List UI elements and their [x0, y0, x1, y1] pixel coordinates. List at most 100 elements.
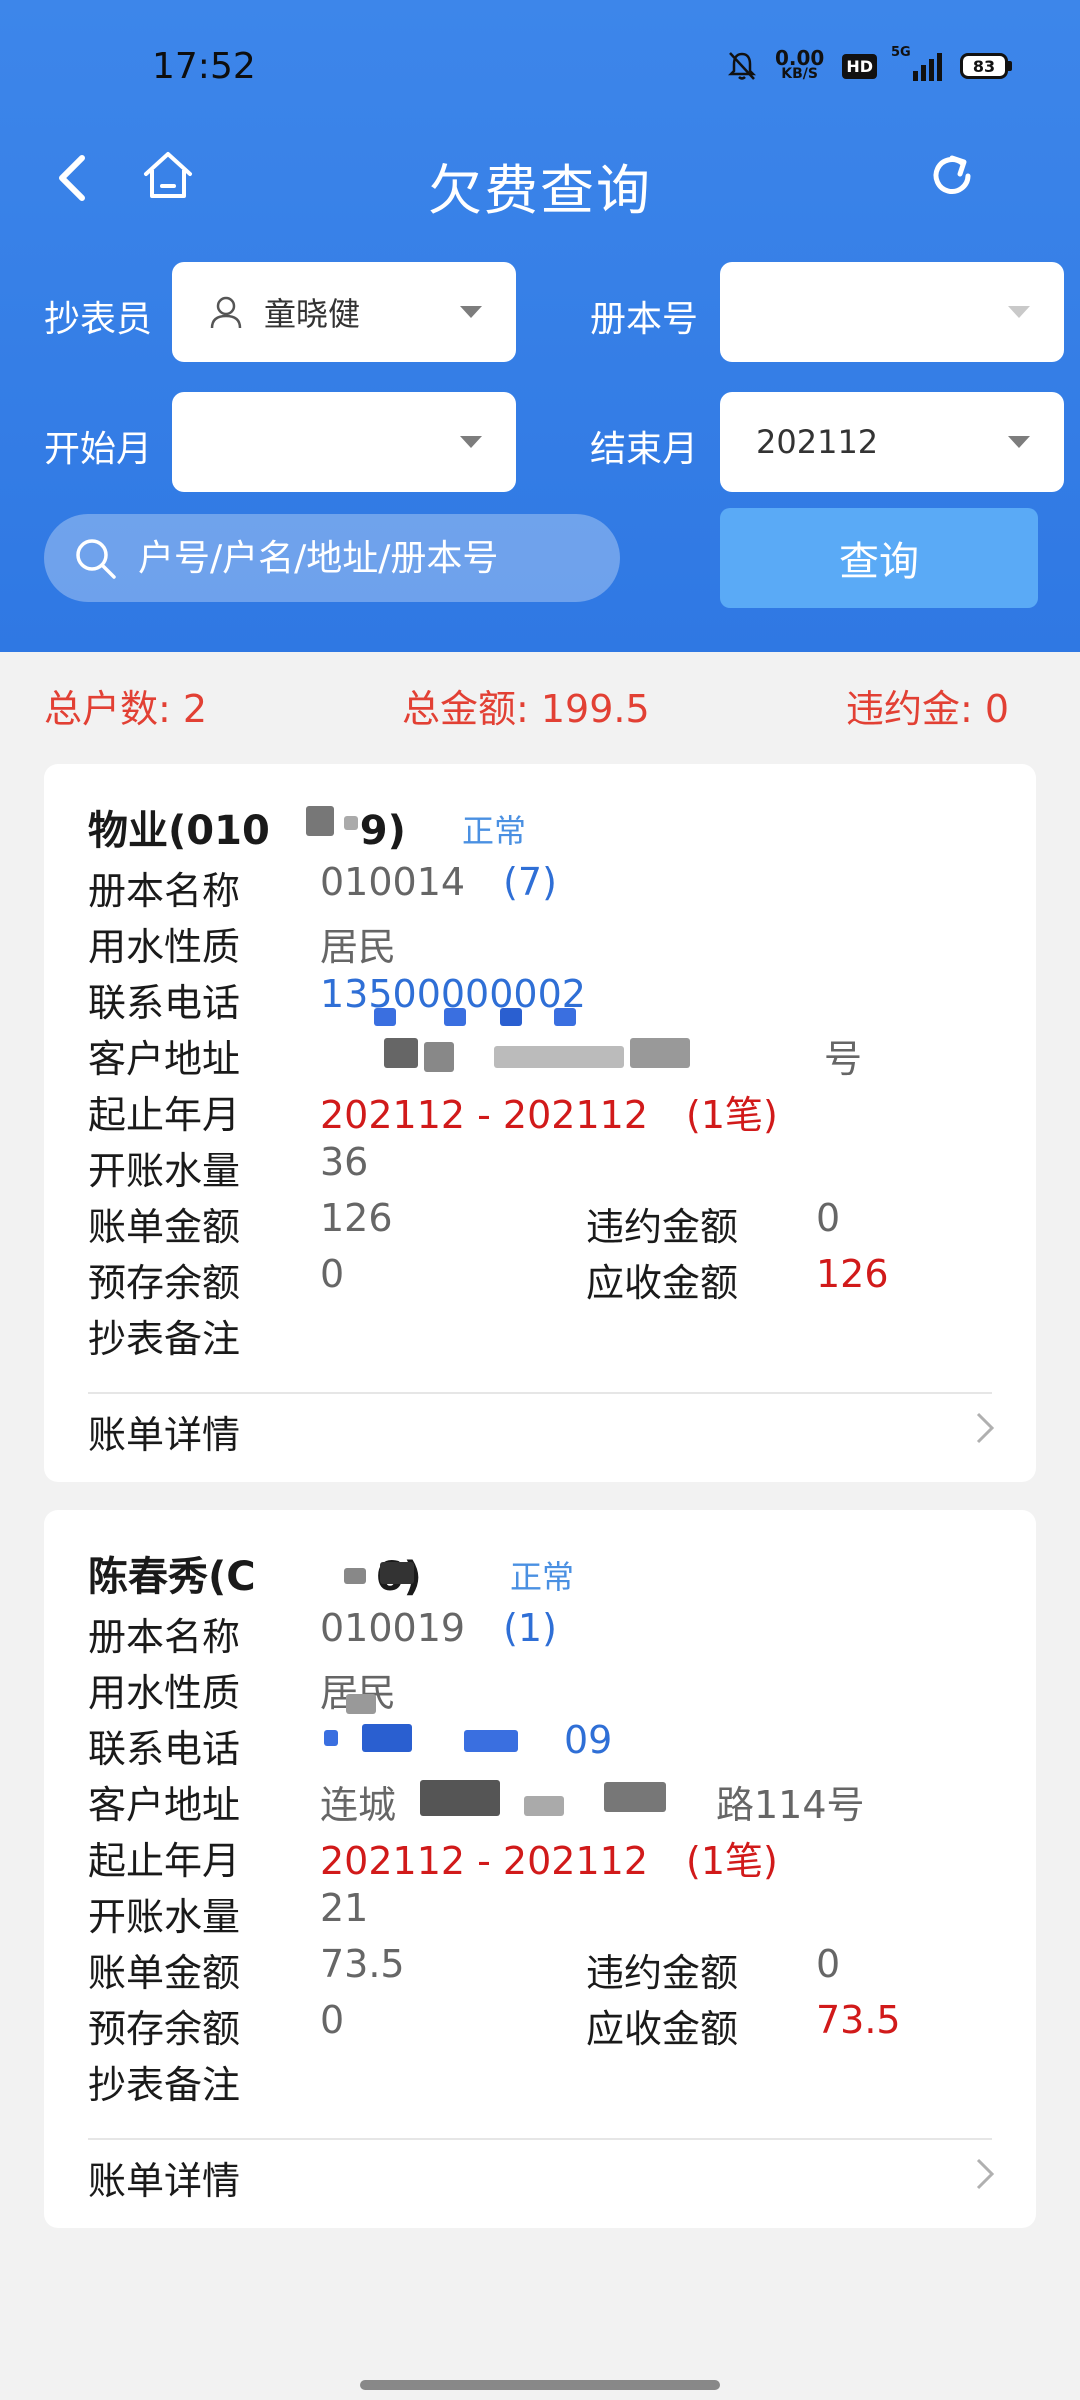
address-label: 客户地址 — [88, 1783, 241, 1827]
total-households: 总户数: 2 — [44, 687, 208, 731]
status-badge: 正常 — [510, 1558, 575, 1596]
start-month-label: 开始月 — [44, 429, 153, 470]
redaction — [524, 1796, 564, 1816]
phone-value[interactable]: 09 — [564, 1718, 612, 1762]
book-select[interactable] — [720, 262, 1064, 362]
record-title-tail: 9) — [359, 808, 406, 854]
redaction — [362, 1724, 412, 1752]
period-value: 202112 - 202112 (1笔) — [320, 1093, 778, 1137]
status-badge: 正常 — [462, 812, 527, 850]
redaction — [384, 1038, 418, 1068]
book-count: (7) — [503, 860, 557, 904]
page-title: 欠费查询 — [428, 159, 652, 222]
redaction — [444, 1008, 466, 1026]
water-type-value: 居民 — [320, 925, 397, 969]
period-label: 起止年月 — [88, 1093, 241, 1137]
address-value: 号 — [824, 1037, 863, 1081]
remark-label: 抄表备注 — [88, 1317, 241, 1361]
record-card[interactable]: 物业(010 9) 正常 册本名称 010014 (7) 用水性质 居民 联系电话 … — [44, 764, 1036, 1482]
book-count: (1) — [503, 1606, 557, 1650]
home-indicator[interactable] — [360, 2380, 720, 2390]
chevron-down-icon — [460, 436, 482, 448]
phone-label: 联系电话 — [88, 981, 241, 1025]
row-volume: 开账水量 36 — [88, 1140, 992, 1196]
end-month-label: 结束月 — [590, 429, 699, 470]
query-button[interactable]: 查询 — [720, 508, 1038, 608]
record-title: 物业(010 9) — [88, 798, 406, 856]
book-name-label: 册本名称 — [88, 1615, 241, 1659]
network-type: 5G — [891, 45, 911, 60]
prepaid-label: 预存余额 — [88, 2007, 241, 2051]
status-icons: 0.00 KB/S HD 5G 83 — [727, 45, 1012, 82]
net-speed-value: 0.00 — [774, 46, 825, 70]
total-amount: 总金额: 199.5 — [402, 687, 650, 731]
total-penalty: 违约金: 0 — [846, 687, 1010, 731]
redaction — [344, 816, 358, 830]
volume-label: 开账水量 — [88, 1149, 241, 1193]
address-label: 客户地址 — [88, 1037, 241, 1081]
bill-amount-value: 126 — [320, 1196, 393, 1240]
redaction — [420, 1780, 500, 1816]
row-prepaid: 预存余额 0 应收金额 126 — [88, 1252, 992, 1308]
start-month-select[interactable] — [172, 392, 516, 492]
book-name-value: 010019 (1) — [320, 1606, 557, 1650]
row-remark: 抄表备注 — [88, 1308, 992, 1364]
redaction — [500, 1008, 522, 1026]
address-value-prefix: 连城 — [320, 1783, 397, 1827]
receivable-value: 73.5 — [816, 1998, 901, 2042]
period-count: (1笔) — [686, 1839, 778, 1883]
search-icon — [76, 539, 116, 579]
bill-detail-link[interactable]: 账单详情 — [88, 1404, 240, 1459]
mute-icon — [727, 52, 756, 80]
redaction — [344, 1568, 366, 1584]
summary-bar: 总户数: 2 总金额: 199.5 违约金: 0 — [0, 678, 1080, 738]
row-bill-amount: 账单金额 73.5 违约金额 0 — [88, 1942, 992, 1998]
record-card[interactable]: 陈春秀(C6) 正常 册本名称 010019(1) 用水性质 居民 联系电话 0… — [44, 1510, 1036, 2228]
penalty-amount-value: 0 — [816, 1942, 841, 1986]
row-volume: 开账水量 21 — [88, 1886, 992, 1942]
remark-label: 抄表备注 — [88, 2063, 241, 2107]
period-count: (1笔) — [686, 1093, 778, 1137]
net-speed: 0.00 KB/S — [774, 46, 825, 82]
receivable-label: 应收金额 — [586, 1261, 739, 1305]
row-book-name: 册本名称 010014 (7) — [88, 860, 992, 916]
reader-value: 童晓健 — [264, 295, 361, 333]
record-title-head: 陈春秀(C — [88, 1554, 256, 1600]
redaction — [306, 806, 334, 836]
penalty-amount-label: 违约金额 — [586, 1951, 739, 1995]
bill-amount-label: 账单金额 — [88, 1951, 241, 1995]
record-title: 陈春秀(C6) — [88, 1544, 422, 1602]
chevron-right-icon[interactable] — [974, 1410, 996, 1446]
redaction — [604, 1782, 666, 1812]
redaction — [424, 1042, 454, 1072]
redaction — [346, 1694, 376, 1714]
row-remark: 抄表备注 — [88, 2054, 992, 2110]
search-box[interactable] — [44, 514, 620, 602]
divider — [88, 2138, 992, 2140]
status-bar: 17:52 0.00 KB/S HD 5G 83 — [0, 0, 1080, 140]
search-input[interactable] — [136, 536, 580, 580]
receivable-value: 126 — [816, 1252, 889, 1296]
redaction — [464, 1730, 518, 1752]
end-month-select[interactable]: 202112 — [720, 392, 1064, 492]
battery-level: 83 — [960, 53, 1008, 79]
chevron-down-icon — [460, 306, 482, 318]
bill-detail-link[interactable]: 账单详情 — [88, 2150, 240, 2205]
end-month-value: 202112 — [756, 423, 879, 461]
redaction — [630, 1038, 690, 1068]
prepaid-label: 预存余额 — [88, 1261, 241, 1305]
period-label: 起止年月 — [88, 1839, 241, 1883]
status-time: 17:52 — [152, 46, 256, 87]
header: 17:52 0.00 KB/S HD 5G 83 欠费查询 抄表员 童晓健 册本… — [0, 0, 1080, 652]
row-bill-amount: 账单金额 126 违约金额 0 — [88, 1196, 992, 1252]
bill-amount-value: 73.5 — [320, 1942, 405, 1986]
reader-select[interactable]: 童晓健 — [172, 262, 516, 362]
row-phone: 联系电话 09 — [88, 1718, 992, 1774]
receivable-label: 应收金额 — [586, 2007, 739, 2051]
chevron-down-icon — [1008, 436, 1030, 448]
water-type-label: 用水性质 — [88, 1671, 241, 1715]
phone-label: 联系电话 — [88, 1727, 241, 1771]
refresh-icon[interactable] — [926, 150, 978, 202]
chevron-right-icon[interactable] — [974, 2156, 996, 2192]
redaction — [494, 1046, 624, 1068]
